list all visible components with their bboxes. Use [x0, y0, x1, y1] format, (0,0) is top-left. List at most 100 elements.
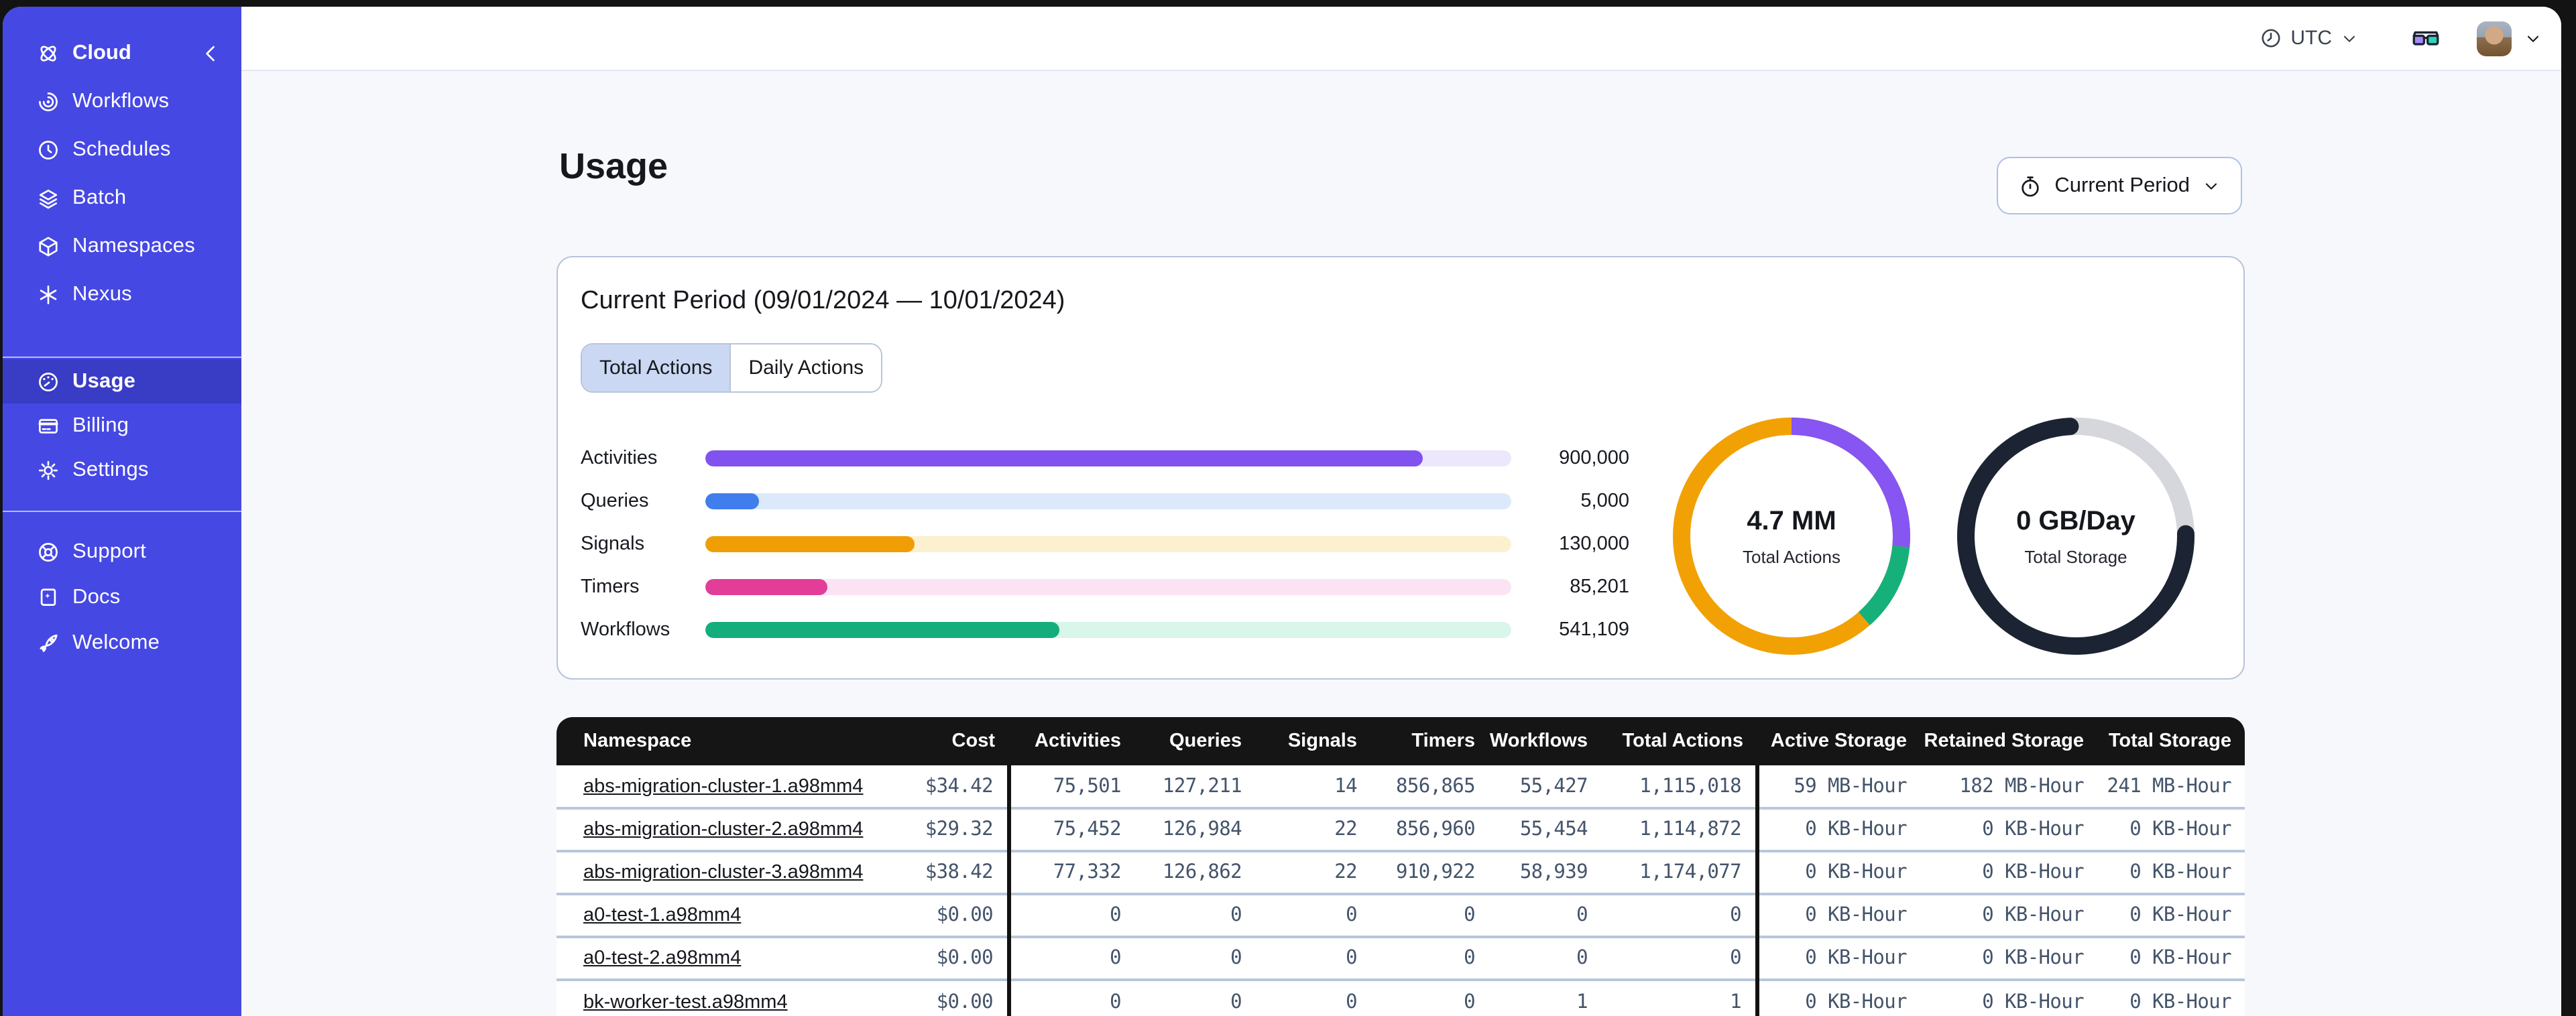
cell-active-storage: 0 KB-Hour [1757, 936, 1920, 980]
column-header-workflows: Workflows [1488, 717, 1601, 765]
cell-queries: 126,984 [1134, 807, 1255, 851]
bar-track [705, 450, 1511, 466]
bar-fill [705, 450, 1423, 466]
table-header-row: Namespace Cost Activities Queries Signals Tim… [557, 717, 2245, 765]
feedback-glasses-icon[interactable] [2410, 22, 2442, 54]
bar-label: Workflows [581, 619, 670, 641]
cell-signals: 22 [1255, 850, 1370, 894]
cell-total-actions: 0 [1601, 936, 1759, 980]
namespace-link[interactable]: abs-migration-cluster-2.a98mm4 [583, 819, 863, 840]
cell-queries: 0 [1134, 893, 1255, 937]
timezone-selector[interactable]: UTC [2260, 27, 2359, 50]
stopwatch-icon [2018, 174, 2042, 198]
bar-track [705, 536, 1511, 552]
cell-retained-storage: 0 KB-Hour [1920, 978, 2097, 1016]
usage-icon [36, 369, 60, 393]
cell-total-storage: 0 KB-Hour [2097, 978, 2245, 1016]
sidebar-item-billing[interactable]: Billing [3, 403, 241, 448]
sidebar-item-settings[interactable]: Settings [3, 448, 241, 492]
cell-activities: 75,501 [1008, 765, 1134, 808]
namespace-link[interactable]: abs-migration-cluster-1.a98mm4 [583, 775, 863, 797]
sidebar-item-welcome[interactable]: Welcome [3, 621, 241, 666]
sidebar-item-usage[interactable]: Usage [3, 359, 241, 403]
cell-activities: 0 [1008, 936, 1134, 980]
bar-value: 85,201 [1570, 576, 1629, 598]
sidebar-item-label: Schedules [72, 138, 171, 161]
sidebar-nav-help: Support Docs Welcome [3, 529, 241, 666]
sidebar-item-label: Welcome [72, 631, 160, 654]
column-header-cost: Cost [892, 717, 1008, 765]
namespace-link[interactable]: a0-test-2.a98mm4 [583, 948, 741, 969]
cell-workflows: 55,454 [1488, 807, 1601, 851]
sidebar-item-docs[interactable]: Docs [3, 575, 241, 621]
namespace-cell: a0-test-2.a98mm4 [557, 936, 892, 980]
namespace-link[interactable]: abs-migration-cluster-3.a98mm4 [583, 862, 863, 883]
namespace-link[interactable]: bk-worker-test.a98mm4 [583, 991, 788, 1013]
cell-total-storage: 0 KB-Hour [2097, 807, 2245, 851]
sidebar-item-nexus[interactable]: Nexus [3, 271, 241, 319]
bar-value: 900,000 [1559, 448, 1629, 469]
sidebar-item-support[interactable]: Support [3, 529, 241, 575]
namespace-cell: abs-migration-cluster-1.a98mm4 [557, 765, 892, 808]
settings-icon [36, 458, 60, 482]
bar-track [705, 622, 1511, 638]
namespace-cell: abs-migration-cluster-2.a98mm4 [557, 807, 892, 851]
cell-cost: $0.00 [892, 893, 1010, 937]
column-header-namespace: Namespace [557, 717, 892, 765]
bar-row-timers: Timers 85,201 [581, 566, 1640, 609]
period-selector-button[interactable]: Current Period [1997, 157, 2242, 214]
user-avatar[interactable] [2477, 21, 2512, 56]
sidebar-brand[interactable]: Cloud [3, 29, 241, 78]
usage-bar-chart: Activities 900,000 Queries 5,000 Signals 130,… [581, 437, 1640, 651]
cell-active-storage: 0 KB-Hour [1757, 850, 1920, 894]
welcome-icon [36, 631, 60, 655]
workflows-icon [36, 90, 60, 114]
cell-active-storage: 59 MB-Hour [1757, 765, 1920, 808]
sidebar-nav-account: Usage Billing Settings [3, 359, 241, 492]
sidebar-item-namespaces[interactable]: Namespaces [3, 223, 241, 271]
schedules-icon [36, 138, 60, 162]
cell-queries: 0 [1134, 978, 1255, 1016]
bar-track [705, 579, 1511, 595]
chevron-down-icon [2340, 29, 2359, 48]
bar-fill [705, 579, 827, 595]
cell-cost: $0.00 [892, 978, 1010, 1016]
bar-fill [705, 622, 1060, 638]
collapse-sidebar-icon[interactable] [198, 42, 223, 66]
column-header-retained-storage: Retained Storage [1920, 717, 2097, 765]
chevron-down-icon [2202, 176, 2221, 195]
bar-label: Queries [581, 491, 649, 512]
bar-label: Timers [581, 576, 640, 598]
cell-timers: 0 [1370, 893, 1488, 937]
namespace-cell: abs-migration-cluster-3.a98mm4 [557, 850, 892, 894]
docs-icon [36, 586, 60, 610]
table-row: abs-migration-cluster-1.a98mm4 $34.42 75,5… [557, 765, 2245, 808]
table-row: abs-migration-cluster-2.a98mm4 $29.32 75,4… [557, 807, 2245, 851]
table-row: abs-migration-cluster-3.a98mm4 $38.42 77,3… [557, 850, 2245, 894]
cell-total-storage: 0 KB-Hour [2097, 850, 2245, 894]
browser-app-frame: Cloud Workflows Schedules Batch Namespaces N… [3, 7, 2561, 1016]
tab-daily-actions[interactable]: Daily Actions [729, 344, 882, 391]
tab-total-actions[interactable]: Total Actions [582, 344, 730, 391]
user-menu-chevron-icon[interactable] [2524, 29, 2542, 48]
sidebar-item-batch[interactable]: Batch [3, 174, 241, 223]
sidebar-item-workflows[interactable]: Workflows [3, 78, 241, 126]
sidebar-item-schedules[interactable]: Schedules [3, 126, 241, 174]
cell-active-storage: 0 KB-Hour [1757, 893, 1920, 937]
cell-total-storage: 241 MB-Hour [2097, 765, 2245, 808]
cell-total-actions: 0 [1601, 893, 1759, 937]
cell-cost: $38.42 [892, 850, 1010, 894]
top-header: UTC [241, 7, 2561, 71]
cell-signals: 22 [1255, 807, 1370, 851]
cell-timers: 0 [1370, 936, 1488, 980]
table-row: a0-test-2.a98mm4 $0.00 0 0 0 0 0 0 0 KB-Hour 0 KB… [557, 936, 2245, 980]
bar-row-signals: Signals 130,000 [581, 523, 1640, 566]
column-header-timers: Timers [1370, 717, 1488, 765]
cell-retained-storage: 0 KB-Hour [1920, 807, 2097, 851]
support-icon [36, 540, 60, 564]
namespace-cell: a0-test-1.a98mm4 [557, 893, 892, 937]
cell-queries: 127,211 [1134, 765, 1255, 808]
namespace-link[interactable]: a0-test-1.a98mm4 [583, 905, 741, 926]
bar-fill [705, 493, 759, 509]
cell-activities: 0 [1008, 893, 1134, 937]
